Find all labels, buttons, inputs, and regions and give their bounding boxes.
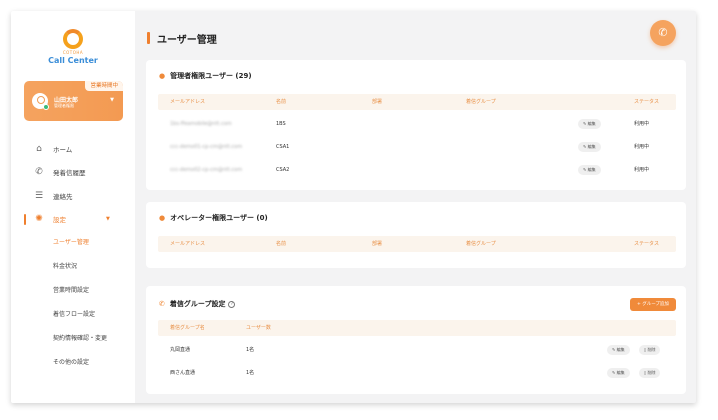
- column-header-department: 部署: [372, 99, 383, 105]
- table-row[interactable]: ccc-demo02-cp-cm@ntt.com CSA2 ✎ 編集 利用中: [158, 158, 676, 182]
- table-row[interactable]: 西さん直通 1名 ✎ 編集 ▯ 削除: [158, 361, 676, 385]
- sidebar-subitem-user-management[interactable]: ユーザー管理: [11, 231, 135, 255]
- admin-users-card: ● 管理者権限ユーザー (29) メールアドレス 名前 部署 着信グループ ステー…: [146, 60, 686, 190]
- contacts-icon: ☰: [34, 190, 44, 201]
- sidebar-subitem-contract[interactable]: 契約情報確認・変更: [11, 327, 135, 351]
- column-header-group-name: 着信グループ名: [170, 325, 205, 331]
- card-title: ● 管理者権限ユーザー (29): [159, 71, 252, 81]
- table-header: 着信グループ名 ユーザー数: [158, 320, 676, 336]
- sidebar-subitem-business-hours[interactable]: 営業時間設定: [11, 279, 135, 303]
- sidebar: COTOHA Call Center 営業時間中 山田太郎 管理者権限 ▼ ⌂ …: [11, 11, 135, 403]
- name-cell: CSA1: [276, 144, 290, 150]
- logo-name: Call Center: [48, 56, 98, 65]
- card-title: ✆ 着信グループ設定?: [159, 299, 236, 309]
- sidebar-subitem-other[interactable]: その他の設定: [11, 351, 135, 375]
- page-title: ユーザー管理: [157, 35, 217, 46]
- sidebar-item-home[interactable]: ⌂ ホーム: [11, 137, 135, 161]
- column-header-user-count: ユーザー数: [246, 325, 271, 331]
- main-content: ユーザー管理 ✆ ● 管理者権限ユーザー (29) メールアドレス 名前 部署 着…: [135, 11, 696, 403]
- sidebar-nav: ⌂ ホーム ✆ 発着信履歴 ☰ 連絡先 ✺ 設定 ▼ ユーザー管理 料金状況 営…: [11, 137, 135, 375]
- edit-button-label: 編集: [616, 370, 625, 375]
- delete-button-label: 削除: [647, 370, 656, 375]
- edit-button-label: 編集: [587, 121, 596, 126]
- group-settings-card: ✆ 着信グループ設定? + グループ追加 着信グループ名 ユーザー数 丸岡直通 1…: [146, 286, 686, 394]
- edit-button[interactable]: ✎ 編集: [578, 119, 601, 129]
- table-row[interactable]: ccc-demo01-cp-cm@ntt.com CSA1 ✎ 編集 利用中: [158, 135, 676, 159]
- delete-button-label: 削除: [647, 347, 656, 352]
- user-card[interactable]: 営業時間中 山田太郎 管理者権限 ▼: [24, 81, 123, 121]
- delete-button[interactable]: ▯ 削除: [639, 368, 661, 378]
- home-icon: ⌂: [36, 143, 42, 154]
- add-group-button[interactable]: + グループ追加: [630, 298, 676, 311]
- group-name-cell: 西さん直通: [170, 370, 196, 376]
- delete-button[interactable]: ▯ 削除: [639, 345, 661, 355]
- email-cell: 1bs-ffeamobile@ntt.com: [170, 121, 232, 127]
- column-header-status: ステータス: [634, 241, 660, 247]
- logo: COTOHA Call Center: [11, 29, 135, 65]
- table-header: メールアドレス 名前 部署 着信グループ ステータス: [158, 236, 676, 252]
- table-row[interactable]: 丸岡直通 1名 ✎ 編集 ▯ 削除: [158, 338, 676, 362]
- user-icon: ●: [159, 214, 166, 222]
- phone-button[interactable]: ✆: [650, 20, 676, 46]
- group-name-cell: 丸岡直通: [170, 347, 191, 353]
- app-window: COTOHA Call Center 営業時間中 山田太郎 管理者権限 ▼ ⌂ …: [11, 11, 696, 403]
- status-badge: 営業時間中: [85, 81, 123, 91]
- name-cell: 1BS: [276, 121, 286, 127]
- column-header-status: ステータス: [634, 99, 660, 105]
- phone-icon: ✆: [35, 167, 43, 178]
- sidebar-subitem-billing[interactable]: 料金状況: [11, 255, 135, 279]
- sidebar-item-history[interactable]: ✆ 発着信履歴: [11, 161, 135, 185]
- user-icon: ●: [159, 72, 166, 80]
- status-cell: 利用中: [634, 167, 650, 173]
- operator-users-title: オペレーター権限ユーザー (0): [170, 214, 268, 222]
- status-cell: 利用中: [634, 121, 650, 127]
- avatar: [32, 93, 49, 110]
- phone-icon: ✆: [159, 300, 165, 308]
- sidebar-item-settings[interactable]: ✺ 設定 ▼: [11, 208, 135, 232]
- sidebar-item-label: 連絡先: [53, 192, 73, 201]
- user-role: 管理者権限: [54, 103, 74, 108]
- sidebar-item-label: ホーム: [53, 145, 73, 154]
- logo-mark: [63, 29, 83, 49]
- edit-button-label: 編集: [616, 347, 625, 352]
- table-row[interactable]: 1bs-ffeamobile@ntt.com 1BS ✎ 編集 利用中: [158, 112, 676, 136]
- email-cell: ccc-demo02-cp-cm@ntt.com: [170, 167, 243, 173]
- column-header-name: 名前: [276, 241, 287, 247]
- help-icon[interactable]: ?: [228, 301, 236, 308]
- group-settings-title: 着信グループ設定: [169, 300, 226, 308]
- edit-button[interactable]: ✎ 編集: [607, 368, 630, 378]
- sidebar-subitem-call-flow[interactable]: 着信フロー設定: [11, 303, 135, 327]
- column-header-group: 着信グループ: [466, 241, 496, 247]
- column-header-email: メールアドレス: [170, 241, 206, 247]
- chevron-down-icon[interactable]: ▼: [110, 97, 114, 103]
- title-accent: [147, 32, 150, 44]
- user-count-cell: 1名: [246, 347, 255, 353]
- table-header: メールアドレス 名前 部署 着信グループ ステータス: [158, 94, 676, 110]
- gear-icon: ✺: [35, 214, 43, 225]
- chevron-down-icon: ▼: [106, 216, 110, 223]
- admin-users-title: 管理者権限ユーザー (29): [170, 72, 252, 80]
- sidebar-item-label: 設定: [53, 216, 66, 225]
- phone-icon: ✆: [658, 26, 668, 39]
- edit-button-label: 編集: [587, 167, 596, 172]
- sidebar-item-contacts[interactable]: ☰ 連絡先: [11, 184, 135, 208]
- column-header-group: 着信グループ: [466, 99, 496, 105]
- edit-button[interactable]: ✎ 編集: [578, 165, 601, 175]
- name-cell: CSA2: [276, 167, 290, 173]
- email-cell: ccc-demo01-cp-cm@ntt.com: [170, 144, 243, 150]
- column-header-email: メールアドレス: [170, 99, 206, 105]
- edit-button-label: 編集: [587, 144, 596, 149]
- sidebar-item-label: 発着信履歴: [53, 169, 86, 178]
- logo-top-text: COTOHA: [62, 50, 84, 55]
- edit-button[interactable]: ✎ 編集: [607, 345, 630, 355]
- user-count-cell: 1名: [246, 370, 255, 376]
- column-header-department: 部署: [372, 241, 383, 247]
- operator-users-card: ● オペレーター権限ユーザー (0) メールアドレス 名前 部署 着信グループ ス…: [146, 202, 686, 268]
- card-title: ● オペレーター権限ユーザー (0): [159, 213, 268, 223]
- status-cell: 利用中: [634, 144, 650, 150]
- edit-button[interactable]: ✎ 編集: [578, 142, 601, 152]
- online-indicator: [43, 104, 49, 110]
- column-header-name: 名前: [276, 99, 287, 105]
